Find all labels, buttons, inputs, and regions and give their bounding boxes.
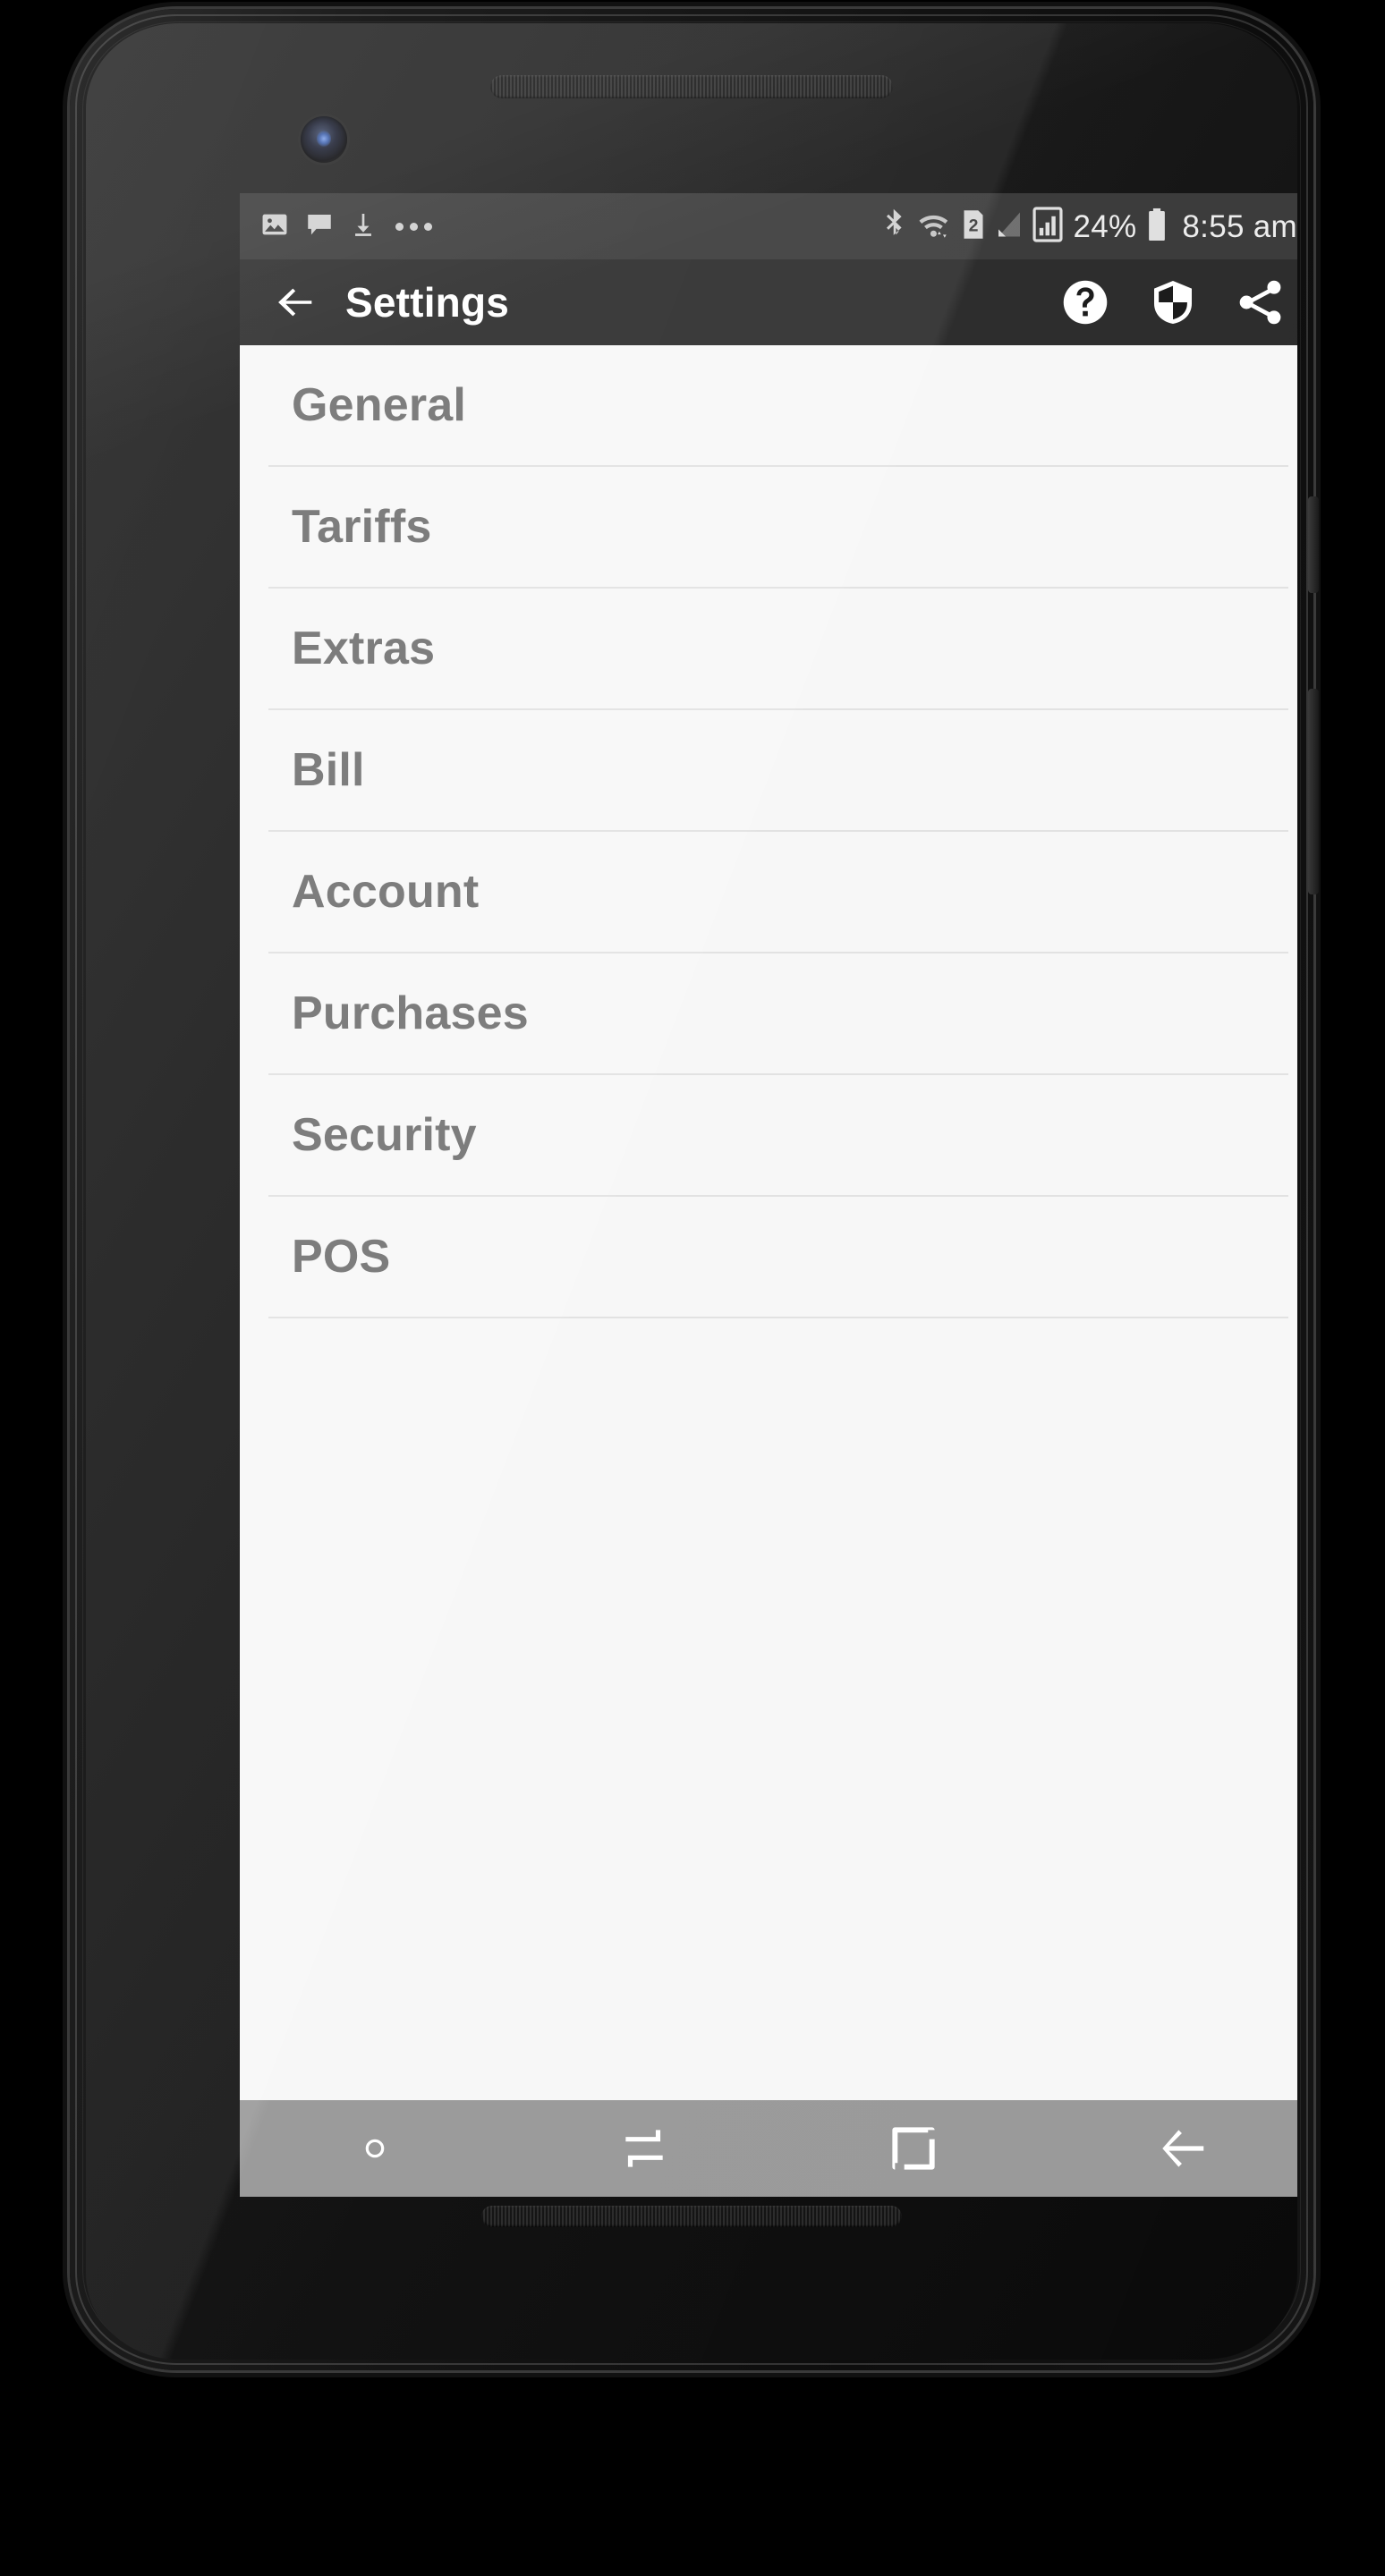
list-item-label: Purchases xyxy=(292,987,529,1039)
nav-back-button[interactable] xyxy=(1048,2100,1297,2197)
image-icon xyxy=(259,209,290,244)
sim-card-icon: 2 xyxy=(961,208,986,245)
security-shield-button[interactable] xyxy=(1145,275,1201,330)
earpiece-speaker xyxy=(490,75,893,98)
signal-weak-icon xyxy=(996,208,1023,245)
arrow-left-icon xyxy=(278,288,312,317)
message-icon xyxy=(304,209,335,244)
list-item-label: POS xyxy=(292,1231,391,1283)
app-bar-actions xyxy=(1058,275,1294,330)
clock-label: 8:55 am xyxy=(1182,208,1297,244)
download-icon xyxy=(349,209,378,244)
list-item-label: Extras xyxy=(292,623,436,674)
list-item-label: Security xyxy=(292,1109,477,1161)
nav-home-button[interactable] xyxy=(778,2100,1048,2197)
svg-text:2: 2 xyxy=(969,216,979,235)
nav-back-icon xyxy=(1161,2130,1203,2167)
more-notifications-icon xyxy=(395,222,432,231)
list-item[interactable]: General xyxy=(240,345,1297,465)
list-item[interactable]: Purchases xyxy=(240,953,1297,1073)
navigation-bar xyxy=(240,2100,1297,2197)
volume-rocker-button[interactable] xyxy=(1308,689,1319,894)
front-camera xyxy=(301,116,347,163)
list-item-label: General xyxy=(292,379,467,431)
shield-icon xyxy=(1154,280,1192,325)
share-button[interactable] xyxy=(1233,275,1288,330)
list-item[interactable]: Account xyxy=(240,832,1297,952)
list-item[interactable]: Security xyxy=(240,1075,1297,1195)
nav-home-icon xyxy=(891,2127,936,2172)
settings-list: General Tariffs Extras Bill Account Purchases… xyxy=(240,345,1297,1318)
back-button[interactable] xyxy=(263,269,329,335)
nav-switch-icon xyxy=(625,2130,663,2167)
status-bar-notification-icons xyxy=(259,209,882,244)
mobile-signal-icon xyxy=(1032,206,1064,247)
list-item-label: Tariffs xyxy=(292,501,432,553)
phone-glass-panel: 2 24% 8:55 am Settings General Tariffs E… xyxy=(86,23,1297,2360)
list-item-label: Bill xyxy=(292,744,365,796)
list-item-label: Account xyxy=(292,866,480,918)
help-icon xyxy=(1063,280,1108,325)
battery-icon xyxy=(1146,208,1168,246)
nav-dot-button[interactable] xyxy=(240,2100,509,2197)
status-bar: 2 24% 8:55 am xyxy=(240,193,1297,259)
list-divider xyxy=(268,1317,1288,1318)
status-bar-system-icons: 2 24% 8:55 am xyxy=(882,206,1297,247)
help-button[interactable] xyxy=(1058,275,1113,330)
nav-dot-icon xyxy=(365,2139,384,2158)
phone-screen: 2 24% 8:55 am Settings General Tariffs E… xyxy=(240,193,1297,2197)
list-item[interactable]: Extras xyxy=(240,589,1297,708)
nav-switch-button[interactable] xyxy=(509,2100,778,2197)
list-item[interactable]: Tariffs xyxy=(240,467,1297,587)
list-item[interactable]: POS xyxy=(240,1197,1297,1317)
bluetooth-icon xyxy=(882,208,907,246)
power-button[interactable] xyxy=(1308,496,1319,593)
page-title: Settings xyxy=(345,279,510,326)
share-icon xyxy=(1239,280,1281,325)
wifi-icon xyxy=(917,208,951,245)
list-item[interactable]: Bill xyxy=(240,710,1297,830)
battery-percent-label: 24% xyxy=(1073,208,1137,244)
bottom-speaker xyxy=(481,2206,902,2227)
app-bar: Settings xyxy=(240,259,1297,345)
